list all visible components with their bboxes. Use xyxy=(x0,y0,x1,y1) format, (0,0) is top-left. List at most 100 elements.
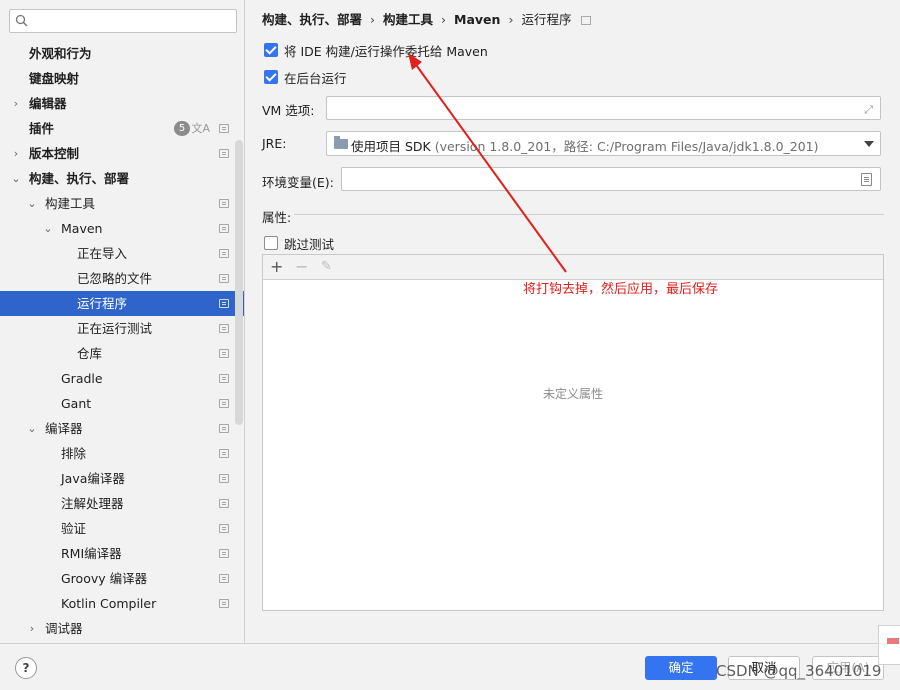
env-variables-input[interactable] xyxy=(341,167,881,191)
breadcrumb-current: 运行程序 xyxy=(521,12,572,27)
annotation-text: 将打钩去掉，然后应用，最后保存 xyxy=(523,282,719,297)
project-scope-icon xyxy=(219,574,229,583)
chevron-right-icon[interactable]: › xyxy=(10,91,22,116)
project-scope-icon xyxy=(581,16,592,25)
jre-value: 使用项目 SDK xyxy=(351,139,431,154)
project-scope-icon xyxy=(219,524,229,533)
sidebar-item-label: 注解处理器 xyxy=(61,496,124,511)
sidebar-item[interactable]: ⌄ 构建工具 xyxy=(0,191,244,216)
settings-sidebar: 外观和行为 键盘映射 › 编辑器 插件 5 文A › 版本控制 ⌄ 构建、执行、部署 ⌄ 构建工具 ⌄ Ma… xyxy=(0,0,245,643)
sidebar-item[interactable]: 注解处理器 xyxy=(0,491,244,516)
project-scope-icon xyxy=(219,149,229,158)
sidebar-item[interactable]: › 调试器 xyxy=(0,616,244,641)
project-scope-icon xyxy=(219,349,229,358)
edit-icon[interactable]: ✎ xyxy=(321,257,332,277)
sidebar-item[interactable]: Groovy 编译器 xyxy=(0,566,244,591)
project-scope-icon xyxy=(219,449,229,458)
sidebar-item-label: RMI编译器 xyxy=(61,546,122,561)
project-scope-icon xyxy=(219,224,229,233)
sidebar-item-label: 正在运行测试 xyxy=(77,321,153,336)
delegate-to-maven-option[interactable]: 将 IDE 构建/运行操作委托给 Maven xyxy=(264,41,488,59)
sidebar-item-label: 正在导入 xyxy=(77,246,128,261)
chevron-down-icon[interactable] xyxy=(864,141,874,147)
ok-button[interactable]: 确定 xyxy=(645,656,717,680)
sidebar-item-label: 已忽略的文件 xyxy=(77,271,153,286)
sidebar-item[interactable]: Gradle xyxy=(0,366,244,391)
chevron-down-icon[interactable]: ⌄ xyxy=(26,416,38,441)
project-scope-icon xyxy=(219,424,229,433)
document-icon[interactable] xyxy=(861,173,872,186)
watermark: CSDN @qq_36401019 xyxy=(716,662,882,680)
sidebar-item-label: 验证 xyxy=(61,521,87,536)
sidebar-item[interactable]: Gant xyxy=(0,391,244,416)
vm-options-input[interactable]: ⤢ xyxy=(326,96,881,120)
sidebar-item-label: 调试器 xyxy=(45,621,83,636)
run-in-background-label: 在后台运行 xyxy=(284,70,347,86)
empty-properties-text: 未定义属性 xyxy=(542,387,603,401)
settings-search-input[interactable] xyxy=(9,9,237,33)
expand-icon[interactable]: ⤢ xyxy=(864,103,873,117)
chevron-right-icon[interactable]: › xyxy=(10,141,22,166)
sidebar-item[interactable]: 运行程序 xyxy=(0,291,244,316)
project-scope-icon xyxy=(219,249,229,258)
update-count-badge: 5 xyxy=(174,121,190,136)
sidebar-item-label: Groovy 编译器 xyxy=(61,571,148,586)
sidebar-item[interactable]: 正在运行测试 xyxy=(0,316,244,341)
sidebar-item[interactable]: RMI编译器 xyxy=(0,541,244,566)
project-scope-icon xyxy=(219,374,229,383)
sidebar-item[interactable]: 正在导入 xyxy=(0,241,244,266)
properties-title: 属性: xyxy=(262,210,292,225)
sidebar-item[interactable]: 外观和行为 xyxy=(0,41,244,66)
sidebar-item-label: Java编译器 xyxy=(61,471,125,486)
sidebar-item[interactable]: ⌄ Maven xyxy=(0,216,244,241)
sidebar-item[interactable]: 插件 5 文A xyxy=(0,116,244,141)
sidebar-item[interactable]: 已忽略的文件 xyxy=(0,266,244,291)
run-in-background-checkbox[interactable] xyxy=(264,70,278,84)
env-variables-label: 环境变量(E): xyxy=(262,175,334,190)
translate-icon: 文A xyxy=(191,122,210,135)
sidebar-item[interactable]: › 编辑器 xyxy=(0,91,244,116)
delegate-to-maven-checkbox[interactable] xyxy=(264,43,278,57)
sidebar-item[interactable]: ⌄ 编译器 xyxy=(0,416,244,441)
delegate-to-maven-label: 将 IDE 构建/运行操作委托给 Maven xyxy=(284,43,488,59)
sidebar-item[interactable]: 验证 xyxy=(0,516,244,541)
floating-widget[interactable] xyxy=(878,625,900,665)
sidebar-item[interactable]: › 版本控制 xyxy=(0,141,244,166)
jre-select[interactable]: 使用项目 SDK (version 1.8.0_201，路径: C:/Progr… xyxy=(326,131,881,156)
sidebar-item[interactable]: Kotlin Compiler xyxy=(0,591,244,616)
vm-options-label: VM 选项: xyxy=(262,103,315,118)
breadcrumb-separator: › xyxy=(370,12,376,27)
remove-icon[interactable]: − xyxy=(295,257,308,277)
dialog-footer: ? 确定 取消 应用(A) CSDN @qq_36401019 xyxy=(0,643,900,690)
sidebar-item[interactable]: ⌄ 构建、执行、部署 xyxy=(0,166,244,191)
jre-label: JRE: xyxy=(262,136,287,151)
sidebar-item[interactable]: 键盘映射 xyxy=(0,66,244,91)
sidebar-item-label: Gradle xyxy=(61,371,103,386)
breadcrumb-item[interactable]: Maven xyxy=(454,12,500,27)
skip-tests-checkbox[interactable] xyxy=(264,236,278,250)
chevron-down-icon[interactable]: ⌄ xyxy=(26,191,38,216)
sidebar-item[interactable]: Java编译器 xyxy=(0,466,244,491)
settings-content: 构建、执行、部署 › 构建工具 › Maven › 运行程序 将 IDE 构建/运行操作委托… xyxy=(246,0,900,643)
breadcrumb-item[interactable]: 构建、执行、部署 xyxy=(262,9,362,28)
breadcrumb-item[interactable]: 构建工具 xyxy=(383,9,433,28)
run-in-background-option[interactable]: 在后台运行 xyxy=(264,68,347,86)
sidebar-item-label: 构建、执行、部署 xyxy=(29,171,130,186)
skip-tests-option[interactable]: 跳过测试 xyxy=(264,234,334,252)
sidebar-item-label: 仓库 xyxy=(77,346,103,361)
sidebar-item[interactable]: 排除 xyxy=(0,441,244,466)
settings-tree: 外观和行为 键盘映射 › 编辑器 插件 5 文A › 版本控制 ⌄ 构建、执行、部署 ⌄ 构建工具 ⌄ Ma… xyxy=(0,41,244,641)
help-button[interactable]: ? xyxy=(15,657,37,679)
sidebar-item-label: 构建工具 xyxy=(45,196,96,211)
properties-divider xyxy=(294,214,884,215)
chevron-right-icon[interactable]: › xyxy=(26,616,38,641)
chevron-down-icon[interactable]: ⌄ xyxy=(10,166,22,191)
sidebar-item-label: 外观和行为 xyxy=(29,46,92,61)
chevron-down-icon[interactable]: ⌄ xyxy=(42,216,54,241)
add-icon[interactable]: + xyxy=(270,257,283,277)
skip-tests-label: 跳过测试 xyxy=(284,236,335,252)
sidebar-item[interactable]: 仓库 xyxy=(0,341,244,366)
sidebar-scrollbar[interactable] xyxy=(235,140,243,425)
project-scope-icon xyxy=(219,274,229,283)
sidebar-item-label: 编译器 xyxy=(45,421,83,436)
